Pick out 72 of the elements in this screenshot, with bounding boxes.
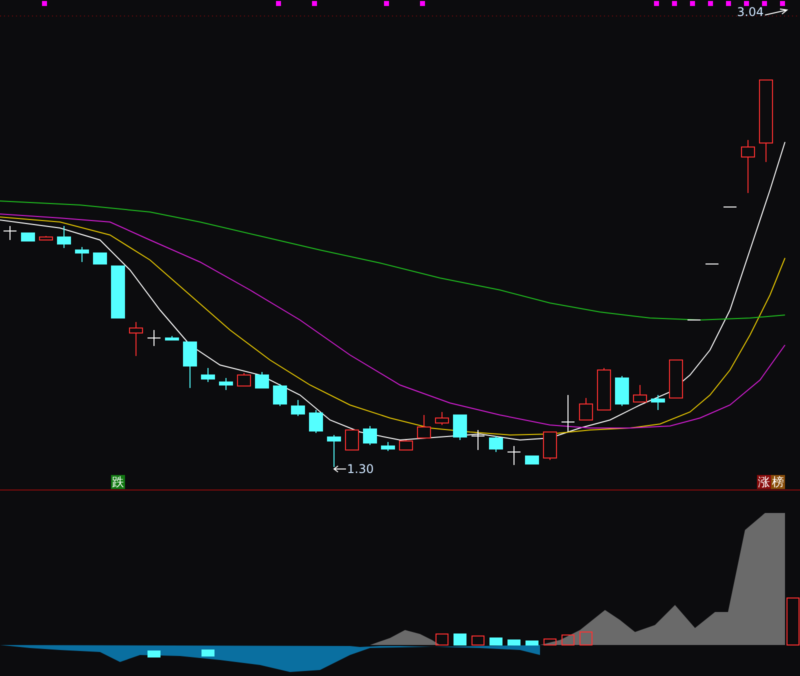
arrow-icon: [764, 8, 788, 16]
candlestick: [525, 456, 539, 464]
candlestick: [75, 246, 89, 262]
candlestick: [39, 236, 53, 240]
indicator-bar: [508, 640, 520, 646]
candlestick: [543, 432, 557, 460]
candlestick: [417, 414, 431, 438]
arrow-icon: [333, 466, 346, 472]
candlestick: [435, 412, 449, 426]
candlestick: [471, 430, 485, 450]
indicator-bar: [436, 634, 448, 646]
candlestick: [93, 252, 107, 264]
candlestick: [723, 206, 737, 208]
signal-marker: [312, 1, 317, 6]
indicator-bar: [202, 650, 214, 656]
candlestick: [741, 140, 755, 194]
high-price-label: 3.04: [737, 5, 764, 19]
candlestick: [21, 232, 35, 242]
candlestick: [237, 372, 251, 386]
candlestick: [489, 436, 503, 452]
indicator-bar: [472, 636, 484, 646]
candlestick: [363, 426, 377, 446]
candlestick: [309, 410, 323, 434]
signal-marker: [780, 1, 785, 6]
candlestick: [669, 360, 683, 398]
candlestick: [381, 442, 395, 452]
indicator-bar: [148, 650, 160, 658]
candlestick: [165, 336, 179, 340]
signal-marker: [708, 1, 713, 6]
candlestick: [3, 226, 17, 240]
candlestick: [597, 368, 611, 410]
signal-marker: [762, 1, 767, 6]
signal-marker: [654, 1, 659, 6]
indicator-bar: [580, 632, 592, 646]
candlestick: [147, 330, 161, 346]
candlestick: [327, 434, 341, 468]
candlestick: [345, 430, 359, 450]
indicator-bar: [526, 640, 538, 646]
signal-marker: [744, 1, 749, 6]
indicator-bar: [454, 634, 466, 646]
candlestick: [255, 372, 269, 388]
indicator-bar: [562, 634, 574, 646]
low-price-label: 1.30: [347, 462, 374, 476]
candlestick: [219, 378, 233, 390]
signal-marker: [726, 1, 731, 6]
candlestick: [507, 446, 521, 466]
candlestick: [183, 342, 197, 388]
signal-tag: 跌: [111, 475, 125, 489]
signal-marker: [672, 1, 677, 6]
candlestick: [57, 226, 71, 248]
candlestick: [111, 266, 125, 318]
candlestick: [399, 440, 413, 450]
candlestick: [615, 376, 629, 406]
candlestick: [633, 384, 647, 402]
candlestick: [201, 368, 215, 382]
candlestick: [129, 322, 143, 356]
signal-marker: [420, 1, 425, 6]
signal-marker: [276, 1, 281, 6]
indicator-bar: [544, 638, 556, 646]
signal-marker: [690, 1, 695, 6]
candlestick: [579, 398, 593, 420]
candlestick: [561, 394, 575, 432]
signal-marker: [384, 1, 389, 6]
signal-marker: [42, 1, 47, 6]
candlestick: [651, 394, 665, 410]
signal-tag: 榜: [771, 475, 785, 489]
candlestick: [453, 414, 467, 440]
indicator-bar: [490, 638, 502, 646]
candlestick: [291, 400, 305, 416]
indicator-bar: [786, 598, 800, 646]
signal-tag: 涨: [757, 475, 771, 489]
candlestick: [273, 384, 287, 406]
